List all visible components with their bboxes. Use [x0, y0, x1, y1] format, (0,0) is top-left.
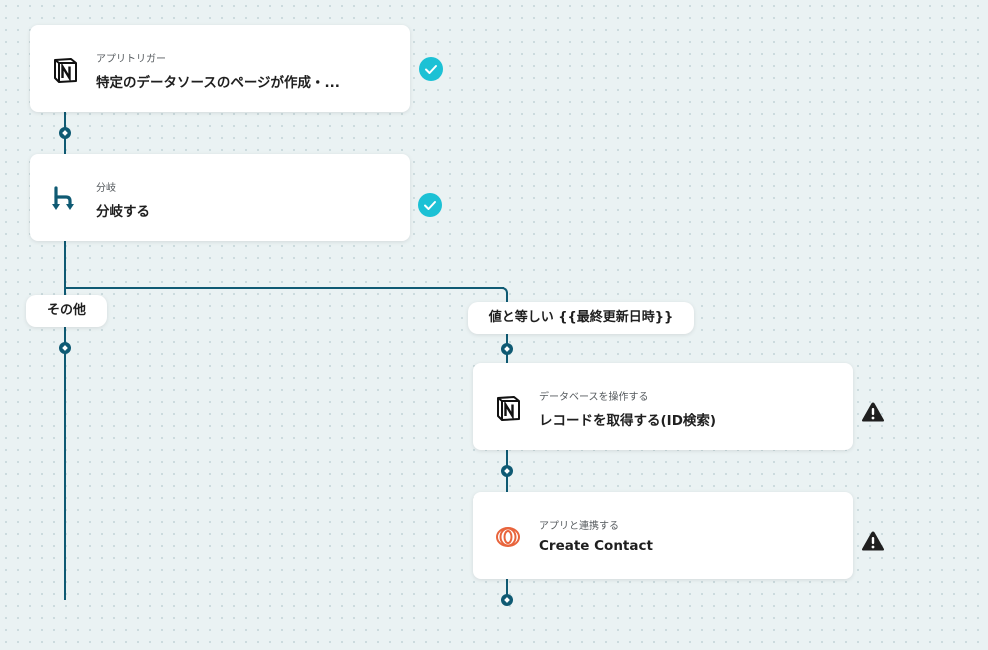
- step-subtitle: アプリと連携する: [539, 521, 619, 532]
- branch-horizontal-line: [64, 287, 504, 289]
- step-card-database[interactable]: データベースを操作する レコードを取得する(ID検索): [473, 363, 853, 450]
- step-title: 分岐する: [96, 204, 150, 220]
- notion-icon: [50, 55, 80, 85]
- notion-icon: [493, 393, 523, 423]
- branch-label-other[interactable]: その他: [26, 295, 107, 327]
- check-icon: [418, 193, 442, 217]
- add-step-node[interactable]: [59, 342, 71, 354]
- add-step-node[interactable]: [501, 465, 513, 477]
- warning-icon: [861, 401, 885, 423]
- check-icon: [419, 57, 443, 81]
- step-title: 特定のデータソースのページが作成・...: [96, 75, 340, 91]
- step-title: Create Contact: [539, 538, 653, 554]
- step-card-create-contact[interactable]: アプリと連携する Create Contact: [473, 492, 853, 579]
- branch-icon: [50, 184, 80, 214]
- loop-app-icon: [493, 522, 523, 552]
- step-subtitle: データベースを操作する: [539, 392, 649, 403]
- step-card-branch[interactable]: 分岐 分岐する: [30, 154, 410, 241]
- branch-label-condition[interactable]: 値と等しい {{最終更新日時}}: [468, 302, 694, 334]
- step-title: レコードを取得する(ID検索): [539, 413, 717, 429]
- step-card-trigger[interactable]: アプリトリガー 特定のデータソースのページが作成・...: [30, 25, 410, 112]
- add-step-node[interactable]: [59, 127, 71, 139]
- add-step-node[interactable]: [501, 594, 513, 606]
- add-step-node[interactable]: [501, 343, 513, 355]
- warning-icon: [861, 530, 885, 552]
- step-subtitle: アプリトリガー: [96, 54, 166, 65]
- step-subtitle: 分岐: [96, 183, 116, 194]
